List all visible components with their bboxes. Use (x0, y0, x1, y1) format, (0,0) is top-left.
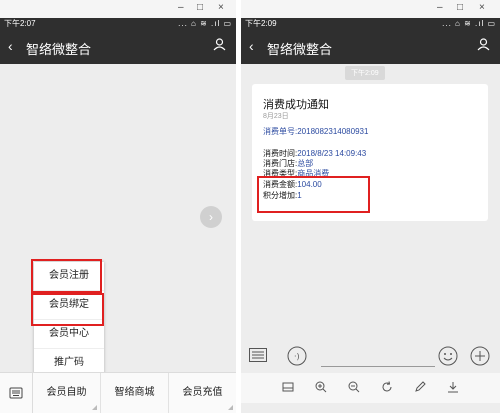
menu-self-service[interactable]: 会员自助 (33, 373, 101, 413)
status-time: 下午2:07 (4, 19, 36, 28)
status-icons: ... ⌂ ≋ .ıl ▭ (178, 19, 232, 28)
keyboard-icon[interactable] (0, 373, 33, 413)
detail-value: 总部 (297, 159, 314, 168)
maximize-button[interactable]: □ (197, 2, 203, 13)
user-icon[interactable] (213, 38, 226, 54)
floating-arrow-button[interactable]: › (200, 206, 222, 228)
chat-header-left: ‹ 智络微整合 (0, 30, 236, 64)
message-timestamp: 下午2:09 (345, 66, 385, 80)
edit-icon[interactable] (414, 380, 426, 396)
back-icon[interactable]: ‹ (8, 38, 13, 54)
close-button[interactable]: × (218, 2, 224, 13)
status-time: 下午2:09 (245, 19, 277, 28)
close-button[interactable]: × (479, 2, 485, 13)
voice-icon[interactable]: ·) (287, 346, 307, 371)
highlight-box-bind (31, 293, 104, 326)
card-title: 消费成功通知 (263, 99, 329, 111)
menu-recharge-label: 会员充值 (182, 387, 223, 398)
svg-text:·): ·) (294, 352, 300, 361)
highlight-box-register (31, 259, 102, 293)
status-icons: ... ⌂ ≋ .ıl ▭ (442, 19, 496, 28)
text-input-line[interactable] (321, 366, 435, 367)
menu-mall-label: 智络商城 (114, 387, 155, 398)
rotate-icon[interactable] (381, 380, 393, 396)
user-icon[interactable] (477, 38, 490, 54)
card-date: 8月23日 (263, 113, 289, 120)
detail-value: 2018/8/23 14:09:43 (297, 149, 367, 158)
chat-header-right: ‹ 智络微整合 (241, 30, 500, 64)
emoji-icon[interactable] (438, 346, 458, 371)
submenu-indicator-icon (92, 405, 97, 410)
detail-label: 消费门店: (263, 159, 298, 168)
chat-title: 智络微整合 (26, 42, 92, 57)
window-titlebar-right: – □ × (241, 0, 500, 18)
detail-label: 消费时间: (263, 149, 298, 158)
zoom-out-icon[interactable] (348, 381, 360, 396)
status-bar-right: 下午2:09 ... ⌂ ≋ .ıl ▭ (241, 18, 500, 30)
order-label: 消费单号: (263, 127, 298, 136)
status-bar-left: 下午2:07 ... ⌂ ≋ .ıl ▭ (0, 18, 236, 30)
plus-icon[interactable] (470, 346, 490, 371)
image-toolbar (241, 373, 500, 403)
window-titlebar-left: – □ × (0, 0, 236, 18)
order-number: 消费单号:2018082314080931 (263, 126, 368, 137)
right-phone-screen: – □ × 下午2:09 ... ⌂ ≋ .ıl ▭ ‹ 智络微整合 下午2:0… (241, 0, 500, 413)
bottom-menu-bar: 会员自助 智络商城 会员充值 (0, 372, 236, 413)
list-icon[interactable] (249, 348, 267, 367)
order-value: 2018082314080931 (297, 127, 369, 136)
download-icon[interactable] (447, 381, 459, 396)
menu-recharge[interactable]: 会员充值 (169, 373, 236, 413)
minimize-button[interactable]: – (437, 2, 443, 13)
left-phone-screen: – □ × 下午2:07 ... ⌂ ≋ .ıl ▭ ‹ 智络微整合 › 会员注… (0, 0, 236, 413)
back-icon[interactable]: ‹ (249, 38, 254, 54)
chat-title: 智络微整合 (267, 42, 333, 57)
zoom-in-icon[interactable] (315, 381, 327, 396)
maximize-button[interactable]: □ (457, 2, 463, 13)
minimize-button[interactable]: – (178, 2, 184, 13)
menu-self-service-label: 会员自助 (46, 387, 87, 398)
submenu-indicator-icon (228, 405, 233, 410)
highlight-box-amount (257, 176, 370, 213)
chat-input-bar: ·) (241, 343, 500, 371)
menu-mall[interactable]: 智络商城 (101, 373, 169, 413)
save-icon[interactable] (282, 381, 294, 396)
